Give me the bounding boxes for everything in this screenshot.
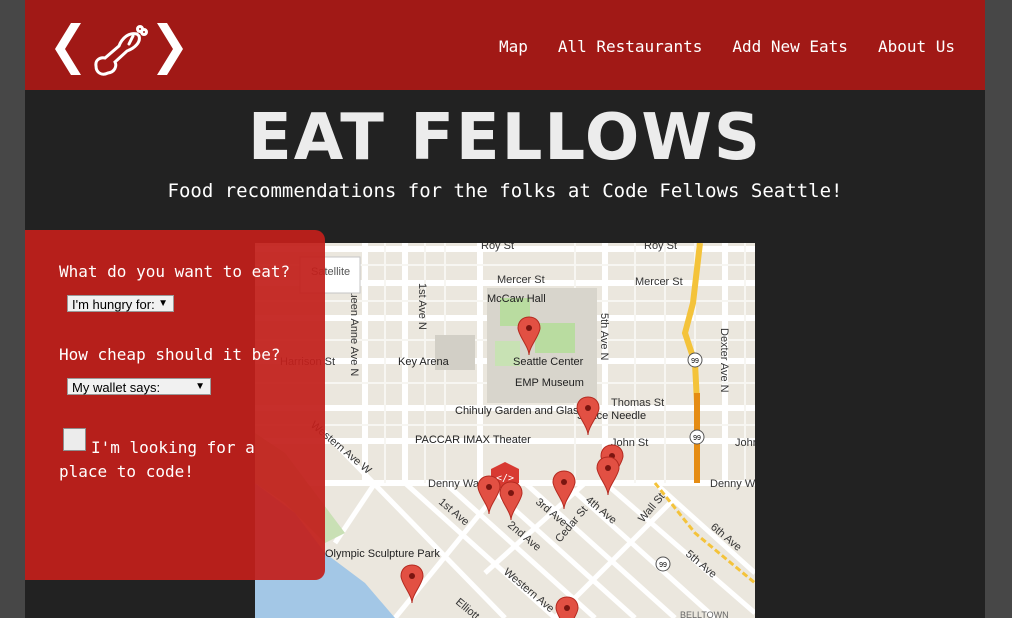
street-label: Mercer St <box>635 276 683 288</box>
place-label: Olympic Sculpture Park <box>325 548 440 560</box>
place-label: McCaw Hall <box>487 293 546 305</box>
nav-about-us[interactable]: About Us <box>878 37 955 56</box>
highway-label-2: 99 <box>693 435 701 442</box>
highway-label-1: 99 <box>691 358 699 365</box>
street-label: Denny Way <box>710 478 755 490</box>
nav-add-new-eats[interactable]: Add New Eats <box>732 37 848 56</box>
logo[interactable] <box>45 18 185 80</box>
header: Map All Restaurants Add New Eats About U… <box>25 0 985 90</box>
left-bracket-icon <box>55 23 81 75</box>
dropdown-arrow-icon: ▼ <box>195 381 205 392</box>
dropdown-arrow-icon: ▼ <box>158 298 168 309</box>
map-view[interactable]: 99 99 99 Roy St Roy St Mercer St Mercer … <box>255 243 755 618</box>
place-label: BELLTOWN <box>680 610 729 618</box>
street-label: Roy St <box>481 243 514 252</box>
street-label: Denny Way <box>428 478 485 490</box>
street-label: Dexter Ave N <box>718 328 730 393</box>
place-label: EMP Museum <box>515 377 584 389</box>
food-label: What do you want to eat? <box>59 262 291 281</box>
food-select-value: I'm hungry for: <box>72 297 155 312</box>
highway-label-3: 99 <box>659 562 667 569</box>
right-bracket-icon <box>157 23 183 75</box>
nav-all-restaurants[interactable]: All Restaurants <box>558 37 703 56</box>
drumstick-icon <box>94 25 148 76</box>
street-label: Roy St <box>644 243 677 252</box>
page-subtitle: Food recommendations for the folks at Co… <box>167 180 843 202</box>
street-label: Mercer St <box>497 274 545 286</box>
price-select[interactable]: My wallet says: ▼ <box>67 378 211 395</box>
code-label: I'm looking for a place to code! <box>59 438 255 481</box>
page: Map All Restaurants Add New Eats About U… <box>25 0 985 618</box>
street-label: Thomas St <box>611 397 664 409</box>
page-title: EAT FELLOWS <box>247 101 763 175</box>
street-label: John St <box>735 437 755 449</box>
place-label: Key Arena <box>398 356 450 368</box>
place-label: PACCAR IMAX Theater <box>415 434 531 446</box>
street-label: 5th Ave N <box>598 313 610 361</box>
price-select-value: My wallet says: <box>72 380 161 395</box>
nav-map[interactable]: Map <box>499 37 528 56</box>
main-nav: Map All Restaurants Add New Eats About U… <box>499 37 955 56</box>
street-label: Queen Anne Ave N <box>348 283 360 376</box>
place-label: Seattle Center <box>513 356 584 368</box>
price-label: How cheap should it be? <box>59 345 281 364</box>
map-pin-icon <box>555 596 579 618</box>
filter-panel: What do you want to eat? I'm hungry for:… <box>25 230 325 580</box>
place-label: Chihuly Garden and Glass <box>455 405 585 417</box>
food-select[interactable]: I'm hungry for: ▼ <box>67 295 174 312</box>
street-label: 1st Ave N <box>416 283 428 330</box>
